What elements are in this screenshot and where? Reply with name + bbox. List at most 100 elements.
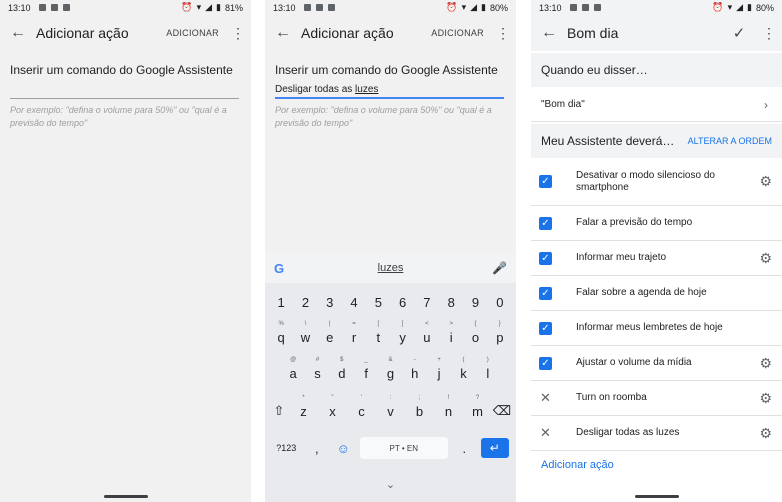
key-label: w bbox=[300, 330, 311, 345]
back-arrow-icon[interactable]: ← bbox=[531, 24, 567, 42]
key-label: n bbox=[444, 403, 453, 419]
key[interactable]: e | bbox=[320, 321, 340, 345]
key[interactable]: g & bbox=[380, 357, 400, 381]
key-hint: $ bbox=[340, 357, 344, 363]
backspace-key-icon[interactable]: ⌫ bbox=[492, 403, 512, 419]
symbols-key[interactable]: ?123 bbox=[272, 443, 300, 453]
key[interactable]: 3 bbox=[320, 295, 340, 310]
emoji-key-icon[interactable]: ☺ bbox=[333, 441, 353, 456]
signal-icon: ◢ bbox=[205, 2, 213, 12]
key[interactable]: n! bbox=[439, 395, 459, 419]
wifi-icon: ▾ bbox=[196, 2, 202, 12]
command-input[interactable] bbox=[10, 84, 239, 99]
key[interactable]: w \ bbox=[295, 321, 315, 345]
battery-icon: ▮ bbox=[481, 2, 486, 12]
alarm-icon: ⏰ bbox=[181, 2, 193, 12]
key[interactable]: 4 bbox=[344, 295, 364, 310]
add-button[interactable]: ADICIONAR bbox=[166, 28, 219, 38]
key[interactable]: d $ bbox=[332, 357, 352, 381]
add-action-button[interactable]: Adicionar ação bbox=[541, 459, 614, 471]
add-button[interactable]: ADICIONAR bbox=[431, 28, 484, 38]
enter-key-icon[interactable]: ↵ bbox=[480, 438, 509, 458]
key[interactable]: s # bbox=[307, 357, 327, 381]
action-row[interactable]: ✓ Desativar o modo silencioso do smartpho… bbox=[531, 158, 782, 206]
key[interactable]: l) bbox=[478, 357, 498, 381]
back-arrow-icon[interactable]: ← bbox=[0, 24, 36, 42]
gear-icon[interactable]: ⚙ bbox=[759, 173, 772, 190]
gear-icon[interactable]: ⚙ bbox=[759, 250, 772, 267]
gear-icon[interactable]: ⚙ bbox=[759, 390, 772, 407]
key[interactable]: b; bbox=[410, 395, 430, 419]
key[interactable]: j + bbox=[429, 357, 449, 381]
checkbox-checked-icon[interactable]: ✓ bbox=[539, 216, 552, 230]
key[interactable]: z * bbox=[294, 395, 314, 419]
key[interactable]: 6 bbox=[393, 295, 413, 310]
action-row[interactable]: ✓ Informar meu trajeto ⚙ bbox=[531, 241, 782, 276]
key[interactable]: k( bbox=[453, 357, 473, 381]
key[interactable]: a @ bbox=[283, 357, 303, 381]
comma-key[interactable]: , bbox=[307, 441, 327, 456]
hide-keyboard-icon[interactable]: ⌄ bbox=[265, 478, 516, 502]
key[interactable]: 2 bbox=[295, 295, 315, 310]
key-label: 1 bbox=[277, 295, 285, 310]
key-label: 0 bbox=[496, 295, 504, 310]
key[interactable]: p} bbox=[490, 321, 510, 345]
gear-icon[interactable]: ⚙ bbox=[759, 425, 772, 442]
key[interactable]: x " bbox=[323, 395, 343, 419]
word-suggestion[interactable]: luzes bbox=[265, 262, 516, 274]
trigger-phrase[interactable]: "Bom dia" › bbox=[531, 88, 782, 122]
input-text: Desligar todas as bbox=[275, 84, 356, 95]
more-vert-icon[interactable]: ⋮ bbox=[229, 25, 247, 42]
key[interactable]: c ' bbox=[352, 395, 372, 419]
gesture-bar[interactable] bbox=[103, 495, 148, 498]
period-key[interactable]: . bbox=[454, 441, 474, 456]
key[interactable]: r = bbox=[344, 321, 364, 345]
key[interactable]: v: bbox=[381, 395, 401, 419]
checkbox-checked-icon[interactable]: ✓ bbox=[539, 286, 552, 300]
checkbox-checked-icon[interactable]: ✓ bbox=[539, 175, 552, 188]
action-label: Ajustar o volume da mídia bbox=[576, 357, 692, 368]
key[interactable]: 7 bbox=[417, 295, 437, 310]
key[interactable]: 9 bbox=[466, 295, 486, 310]
space-key[interactable]: PT • EN bbox=[359, 437, 448, 459]
key[interactable]: y] bbox=[393, 321, 413, 345]
action-label: Desligar todas as luzes bbox=[576, 427, 680, 438]
close-icon[interactable]: ✕ bbox=[539, 390, 552, 406]
key[interactable]: u < bbox=[417, 321, 437, 345]
key[interactable]: 1 bbox=[271, 295, 291, 310]
key[interactable]: 8 bbox=[441, 295, 461, 310]
action-row[interactable]: ✕ Desligar todas as luzes ⚙ bbox=[531, 416, 782, 451]
checkbox-checked-icon[interactable]: ✓ bbox=[539, 251, 552, 265]
gesture-bar[interactable] bbox=[634, 495, 679, 498]
change-order-button[interactable]: ALTERAR A ORDEM bbox=[688, 136, 772, 146]
microphone-icon[interactable]: 🎤 bbox=[492, 261, 507, 275]
action-row[interactable]: ✓ Falar a previsão do tempo bbox=[531, 206, 782, 241]
more-vert-icon[interactable]: ⋮ bbox=[494, 25, 512, 42]
more-vert-icon[interactable]: ⋮ bbox=[760, 25, 778, 42]
key[interactable]: 0 bbox=[490, 295, 510, 310]
back-arrow-icon[interactable]: ← bbox=[265, 24, 301, 42]
app-bar: ← Adicionar ação ADICIONAR ⋮ bbox=[0, 15, 251, 51]
letter-row-3: ⇧ z * x " c ' v: b; n! m? ⌫ bbox=[269, 395, 512, 419]
command-input[interactable]: Desligar todas as luzes bbox=[275, 84, 504, 99]
checkbox-checked-icon[interactable]: ✓ bbox=[539, 356, 552, 370]
key-hint: # bbox=[315, 357, 320, 363]
action-row[interactable]: ✓ Ajustar o volume da mídia ⚙ bbox=[531, 346, 782, 381]
status-time: 13:10 bbox=[8, 2, 31, 13]
key[interactable]: i > bbox=[441, 321, 461, 345]
key[interactable]: o{ bbox=[466, 321, 486, 345]
key[interactable]: t[ bbox=[368, 321, 388, 345]
key[interactable]: f _ bbox=[356, 357, 376, 381]
close-icon[interactable]: ✕ bbox=[539, 425, 552, 441]
action-row[interactable]: ✕ Turn on roomba ⚙ bbox=[531, 381, 782, 416]
key[interactable]: h- bbox=[405, 357, 425, 381]
key[interactable]: m? bbox=[468, 395, 488, 419]
action-row[interactable]: ✓ Informar meus lembretes de hoje bbox=[531, 311, 782, 346]
shift-key-icon[interactable]: ⇧ bbox=[269, 403, 289, 419]
checkbox-checked-icon[interactable]: ✓ bbox=[539, 321, 552, 335]
gear-icon[interactable]: ⚙ bbox=[759, 355, 772, 372]
key[interactable]: 5 bbox=[368, 295, 388, 310]
key[interactable]: q% bbox=[271, 321, 291, 345]
action-row[interactable]: ✓ Falar sobre a agenda de hoje bbox=[531, 276, 782, 311]
check-icon[interactable]: ✓ bbox=[724, 24, 754, 42]
